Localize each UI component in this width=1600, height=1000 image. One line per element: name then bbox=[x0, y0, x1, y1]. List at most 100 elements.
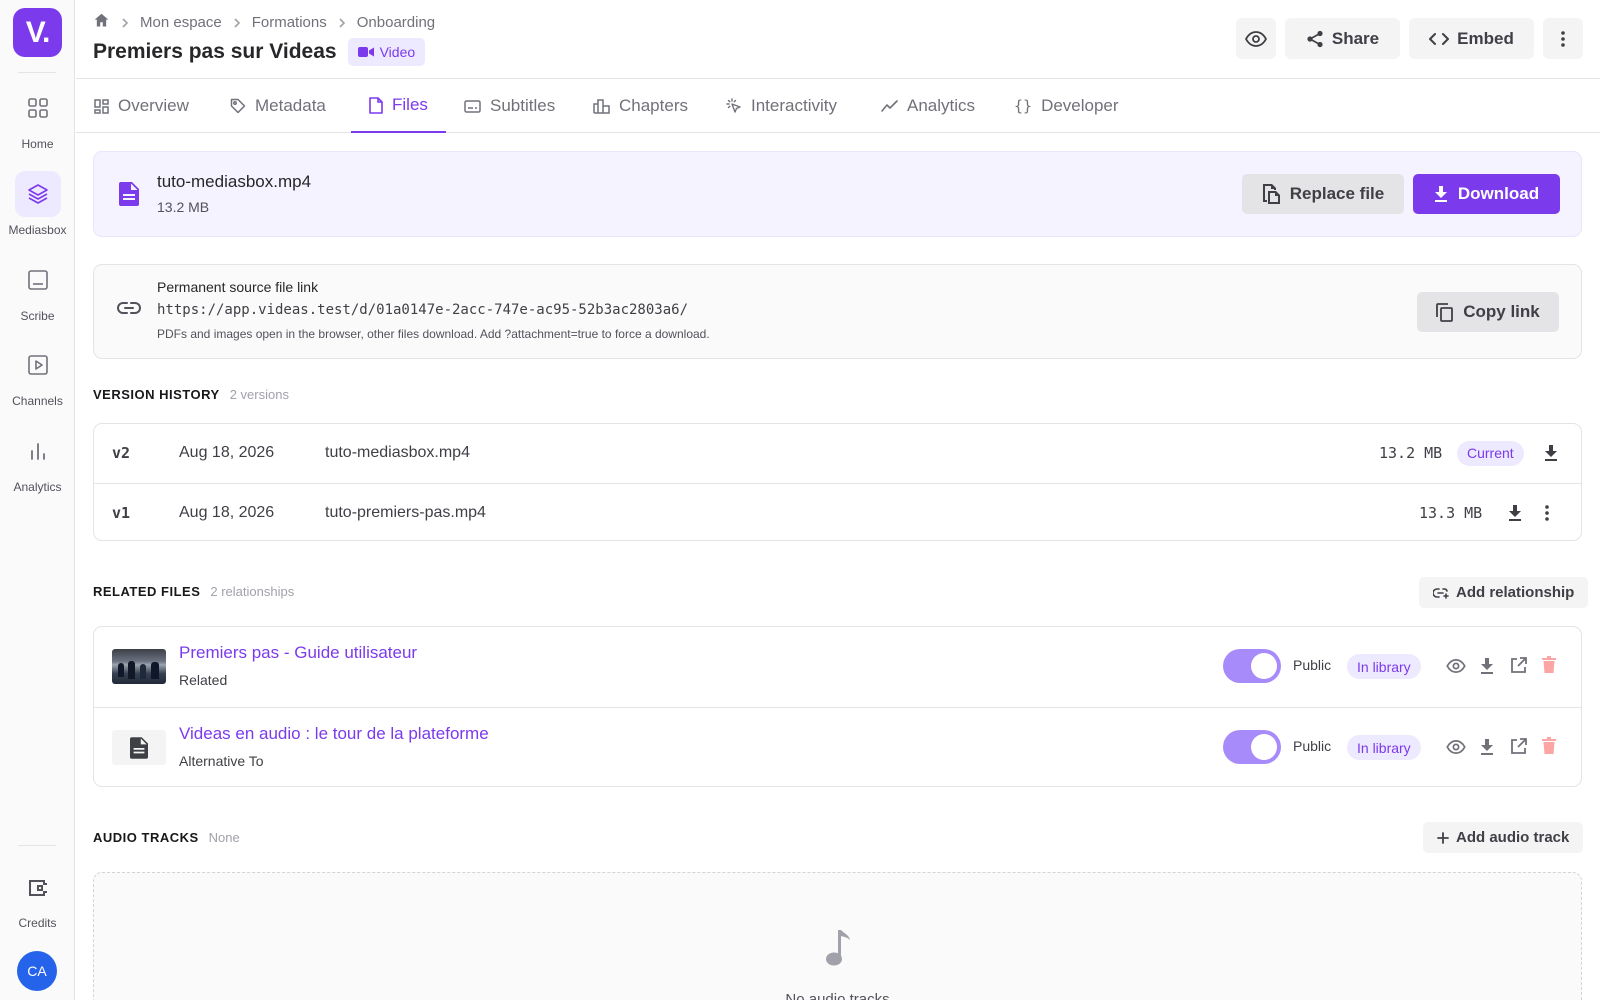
tab-analytics[interactable]: Analytics bbox=[863, 79, 993, 133]
breadcrumb: Mon espace Formations Onboarding bbox=[93, 12, 435, 33]
sidebar-item-credits[interactable]: Credits bbox=[0, 864, 75, 930]
tab-overview[interactable]: Overview bbox=[76, 79, 207, 133]
download-icon[interactable] bbox=[1480, 658, 1494, 679]
add-relationship-label: Add relationship bbox=[1456, 584, 1575, 601]
add-relationship-button[interactable]: Add relationship bbox=[1419, 577, 1589, 608]
empty-state-text: No audio tracks bbox=[785, 991, 890, 1000]
sidebar-item-label: Scribe bbox=[20, 309, 55, 323]
related-file-relation: Alternative To bbox=[179, 753, 264, 769]
version-number: v1 bbox=[112, 504, 131, 522]
trash-icon[interactable] bbox=[1542, 656, 1556, 678]
breadcrumb-item[interactable]: Formations bbox=[252, 14, 327, 31]
eye-icon[interactable] bbox=[1446, 658, 1466, 678]
share-button[interactable]: Share bbox=[1285, 18, 1400, 59]
sidebar-item-label: Channels bbox=[12, 394, 63, 408]
version-history-heading: VERSION HISTORY 2 versions bbox=[93, 387, 289, 402]
preview-button[interactable] bbox=[1236, 18, 1276, 59]
related-files-heading: RELATED FILES 2 relationships bbox=[93, 584, 294, 599]
tab-developer[interactable]: {} Developer bbox=[996, 79, 1137, 133]
music-note-icon bbox=[825, 930, 851, 971]
replace-file-button[interactable]: Replace file bbox=[1242, 174, 1404, 214]
tab-subtitles[interactable]: Subtitles bbox=[446, 79, 573, 133]
embed-label: Embed bbox=[1457, 28, 1514, 48]
section-title: RELATED FILES bbox=[93, 584, 201, 599]
version-date: Aug 18, 2026 bbox=[179, 504, 275, 521]
download-icon[interactable] bbox=[1508, 484, 1522, 542]
download-button[interactable]: Download bbox=[1413, 174, 1560, 214]
app-logo[interactable]: V. bbox=[13, 8, 62, 57]
kebab-icon[interactable] bbox=[1545, 484, 1549, 542]
external-link-icon[interactable] bbox=[1510, 657, 1527, 679]
media-type-badge: Video bbox=[347, 38, 426, 66]
current-badge: Current bbox=[1457, 440, 1524, 466]
file-size: 13.2 MB bbox=[157, 199, 210, 215]
breadcrumb-item[interactable]: Mon espace bbox=[140, 14, 222, 31]
section-count: 2 versions bbox=[229, 387, 289, 402]
document-icon bbox=[112, 730, 166, 765]
library-status-badge: In library bbox=[1347, 654, 1421, 679]
dashboard-icon bbox=[94, 98, 109, 114]
copy-link-label: Copy link bbox=[1463, 302, 1540, 321]
trash-icon[interactable] bbox=[1542, 737, 1556, 759]
version-filename: tuto-mediasbox.mp4 bbox=[325, 444, 470, 461]
tab-metadata[interactable]: Metadata bbox=[212, 79, 344, 133]
sidebar-item-analytics[interactable]: Analytics bbox=[0, 428, 75, 494]
source-link-card: Permanent source file link https://app.v… bbox=[93, 264, 1582, 359]
related-file-title[interactable]: Videas en audio : le tour de la platefor… bbox=[179, 724, 489, 744]
sidebar-divider bbox=[18, 72, 56, 73]
sidebar-item-scribe[interactable]: Scribe bbox=[0, 257, 75, 323]
copy-link-button[interactable]: Copy link bbox=[1417, 292, 1559, 332]
avatar[interactable]: CA bbox=[17, 951, 57, 991]
related-file-title[interactable]: Premiers pas - Guide utilisateur bbox=[179, 643, 417, 663]
tab-interactivity[interactable]: Interactivity bbox=[708, 79, 855, 133]
download-icon[interactable] bbox=[1480, 739, 1494, 760]
more-menu-button[interactable] bbox=[1543, 18, 1583, 59]
wallet-icon bbox=[15, 864, 61, 910]
tag-icon bbox=[230, 98, 246, 114]
sidebar-divider bbox=[18, 845, 56, 846]
trend-icon bbox=[881, 100, 898, 112]
section-title: VERSION HISTORY bbox=[93, 387, 220, 402]
sidebar-item-label: Mediasbox bbox=[8, 223, 67, 237]
source-link-note: PDFs and images open in the browser, oth… bbox=[157, 327, 710, 341]
sidebar-item-mediasbox[interactable]: Mediasbox bbox=[0, 171, 75, 237]
audio-tracks-empty-state: No audio tracks bbox=[93, 872, 1582, 1000]
external-link-icon[interactable] bbox=[1510, 738, 1527, 760]
section-count: None bbox=[208, 830, 240, 845]
file-replace-icon bbox=[1262, 184, 1280, 204]
embed-button[interactable]: Embed bbox=[1409, 18, 1534, 59]
tab-label: Metadata bbox=[255, 96, 326, 115]
visibility-toggle[interactable] bbox=[1223, 649, 1281, 683]
link-icon bbox=[117, 301, 141, 320]
eye-icon bbox=[1245, 30, 1267, 47]
library-status-badge: In library bbox=[1347, 735, 1421, 760]
sidebar-item-label: Credits bbox=[18, 916, 57, 930]
add-audio-track-button[interactable]: Add audio track bbox=[1423, 822, 1584, 853]
home-icon[interactable] bbox=[93, 12, 110, 33]
add-link-icon bbox=[1433, 587, 1449, 599]
table-row: v2 Aug 18, 2026 tuto-mediasbox.mp4 13.2 … bbox=[94, 424, 1581, 482]
current-file-card: tuto-mediasbox.mp4 13.2 MB Replace file … bbox=[93, 151, 1582, 237]
source-link-url[interactable]: https://app.videas.test/d/01a0147e-2acc-… bbox=[157, 302, 688, 318]
tab-label: Files bbox=[392, 95, 428, 114]
title-row: Premiers pas sur Videas Video bbox=[93, 38, 426, 66]
play-icon bbox=[15, 342, 61, 388]
download-icon bbox=[1434, 186, 1447, 202]
layers-icon bbox=[14, 171, 61, 217]
braces-icon: {} bbox=[1014, 97, 1033, 115]
download-icon[interactable] bbox=[1544, 424, 1558, 482]
eye-icon[interactable] bbox=[1446, 739, 1466, 759]
thumbnail-image bbox=[112, 649, 166, 684]
tab-label: Subtitles bbox=[490, 96, 556, 115]
tab-chapters[interactable]: Chapters bbox=[575, 79, 706, 133]
sidebar-item-home[interactable]: Home bbox=[0, 85, 75, 151]
breadcrumb-item[interactable]: Onboarding bbox=[357, 14, 435, 31]
tab-files[interactable]: Files bbox=[351, 79, 446, 133]
sidebar-item-channels[interactable]: Channels bbox=[0, 342, 75, 408]
visibility-toggle[interactable] bbox=[1223, 730, 1281, 764]
tab-label: Analytics bbox=[907, 96, 976, 115]
tab-label: Developer bbox=[1041, 96, 1119, 115]
visibility-label: Public bbox=[1293, 738, 1332, 754]
copy-icon bbox=[1436, 302, 1454, 322]
click-icon bbox=[726, 98, 741, 113]
